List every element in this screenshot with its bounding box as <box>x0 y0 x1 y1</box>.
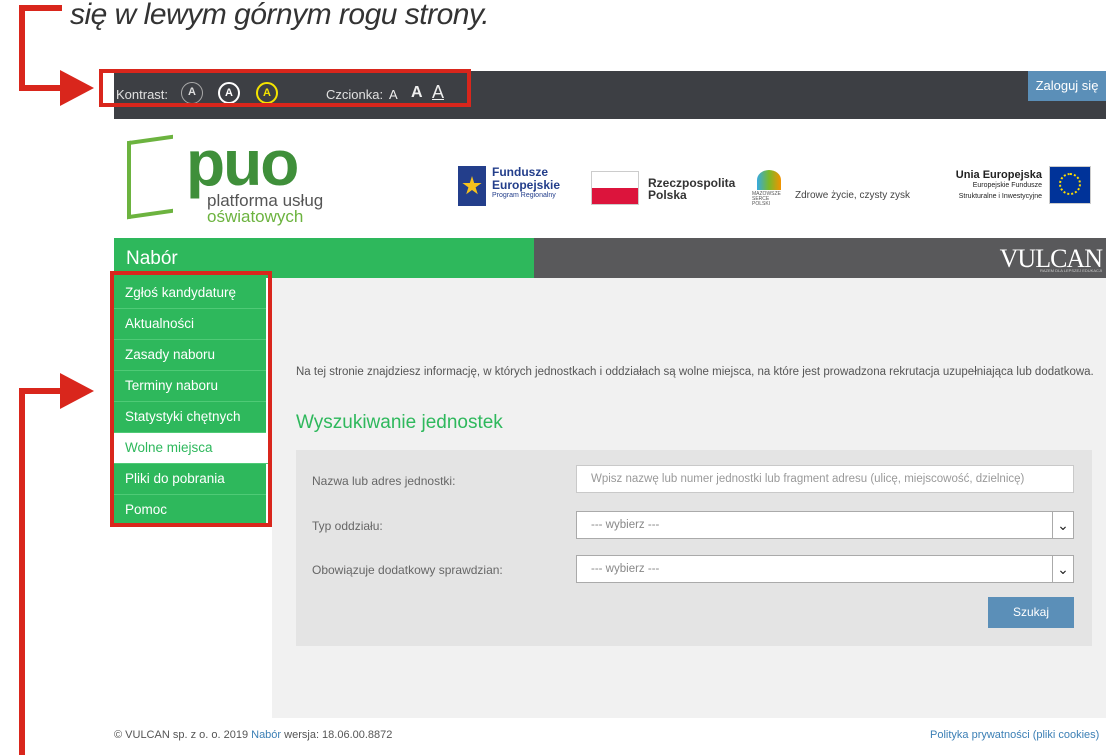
chevron-down-icon: ⌄ <box>1052 556 1073 582</box>
annotation-line-bottom-v <box>19 388 25 755</box>
pl-title-2: Polska <box>648 188 687 202</box>
logo-bracket-icon <box>127 134 173 220</box>
vendor-bar: VULCAN RAZEM DLA LEPSZEJ EDUKACJI <box>534 238 1106 278</box>
eu-flag-icon <box>1049 166 1091 204</box>
extra-exam-value: --- wybierz --- <box>591 563 660 575</box>
class-type-value: --- wybierz --- <box>591 519 660 531</box>
annotation-line-top-arrow <box>19 85 61 91</box>
module-title: Nabór <box>126 248 178 269</box>
unit-name-label: Nazwa lub adres jednostki: <box>312 474 456 488</box>
logo-subtitle-2: oświatowych <box>207 207 304 226</box>
annotation-arrowhead-bottom <box>60 373 94 409</box>
extra-exam-label: Obowiązuje dodatkowy sprawdzian: <box>312 563 503 577</box>
footer-copyright-text: © VULCAN sp. z o. o. 2019 <box>114 729 249 741</box>
annotation-box-sidebar <box>110 271 272 527</box>
class-type-label: Typ oddziału: <box>312 519 383 533</box>
eu-subtitle-2: Strukturalne i Inwestycyjne <box>958 193 1042 200</box>
annotation-caption: się w lewym górnym rogu strony. <box>70 0 490 31</box>
annotation-arrowhead-top <box>60 70 94 106</box>
footer-nabor-link[interactable]: Nabór <box>251 729 281 741</box>
footer-copyright: © VULCAN sp. z o. o. 2019 Nabór wersja: … <box>114 729 392 741</box>
mazowsze-slogan: Zdrowe życie, czysty zysk <box>795 190 911 201</box>
annotation-line-top-h <box>19 5 62 11</box>
vulcan-tagline: RAZEM DLA LEPSZEJ EDUKACJI <box>1039 268 1102 273</box>
eu-title: Unia Europejska <box>955 169 1042 181</box>
eu-subtitle-1: Europejskie Fundusze <box>972 182 1042 189</box>
unit-name-input[interactable]: Wpisz nazwę lub numer jednostki lub frag… <box>576 465 1074 493</box>
annotation-line-bottom-h <box>19 388 61 394</box>
mazowsze-icon <box>757 170 781 190</box>
annotation-box-accessibility <box>99 69 471 107</box>
login-button[interactable]: Zaloguj się <box>1028 71 1106 101</box>
search-button[interactable]: Szukaj <box>988 597 1074 628</box>
class-type-select[interactable]: --- wybierz --- ⌄ <box>576 511 1074 539</box>
privacy-policy-link[interactable]: Polityka prywatności (pliki cookies) <box>930 729 1099 741</box>
mazowsze-small-text: MAZOWSZE SERCE POLSKI <box>752 191 781 207</box>
eu-stars-icon <box>1059 173 1081 195</box>
section-title: Wyszukiwanie jednostek <box>296 412 503 433</box>
fe-title-1: Fundusze <box>492 165 548 179</box>
footer-version-text: wersja: 18.06.00.8872 <box>284 729 393 741</box>
poland-flag-icon <box>591 171 639 205</box>
search-form: Nazwa lub adres jednostki: Wpisz nazwę l… <box>296 450 1092 646</box>
fe-title-2: Europejskie <box>492 178 561 192</box>
extra-exam-select[interactable]: --- wybierz --- ⌄ <box>576 555 1074 583</box>
logo-text: puo <box>186 127 299 199</box>
annotation-line-top-v <box>19 5 25 91</box>
fe-subtitle: Program Regionalny <box>492 192 556 199</box>
intro-text: Na tej stronie znajdziesz informację, w … <box>296 366 1094 378</box>
chevron-down-icon: ⌄ <box>1052 512 1073 538</box>
